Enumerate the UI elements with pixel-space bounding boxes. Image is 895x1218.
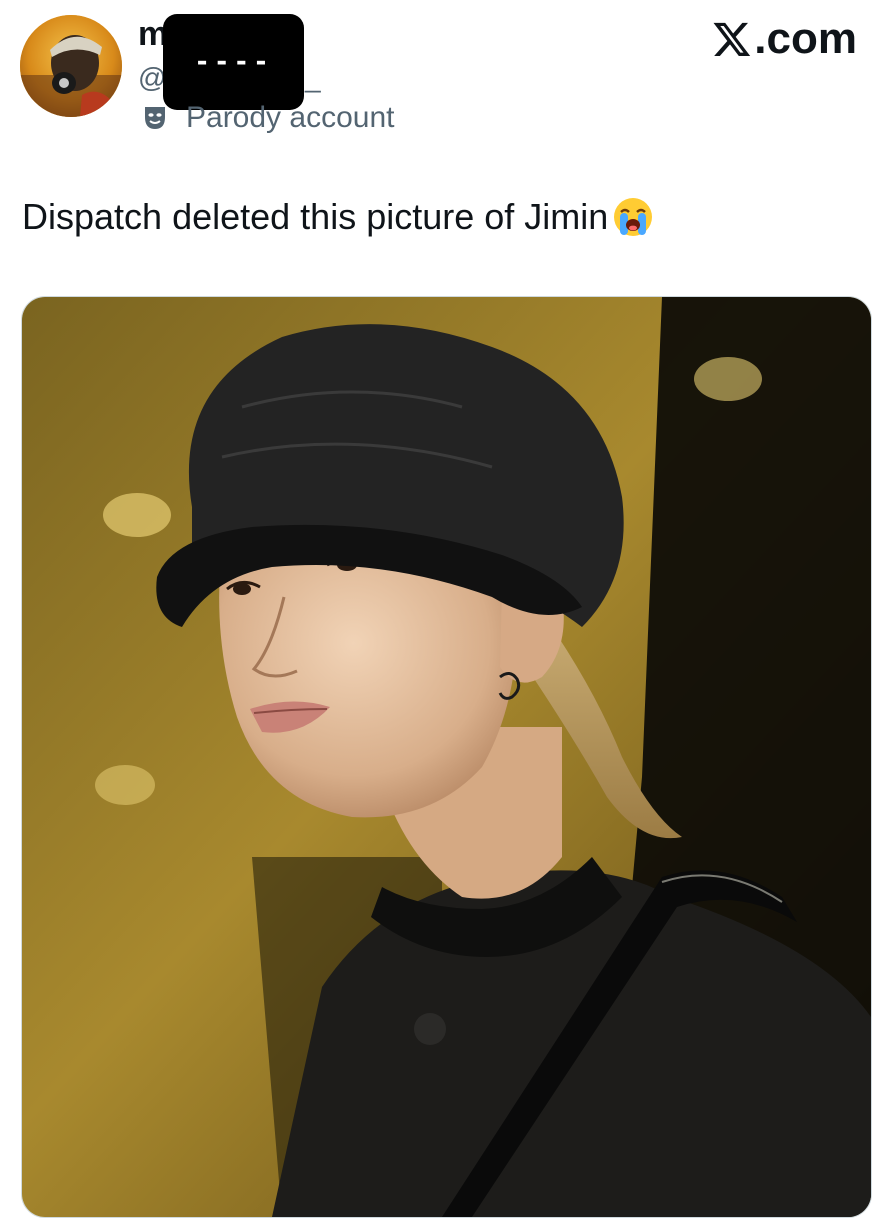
parody-badge: Parody account (142, 100, 394, 136)
redaction-box: ---- (163, 14, 304, 110)
tweet-text: Dispatch deleted this picture of Jimin (22, 195, 654, 239)
tweet-photo[interactable] (21, 296, 872, 1218)
x-com-watermark: .com (712, 14, 857, 64)
site-label: .com (754, 14, 857, 63)
theater-masks-icon (142, 105, 168, 131)
redaction-text: ---- (194, 47, 273, 77)
loudly-crying-face-icon (614, 198, 653, 236)
photo-person-in-black-cap (22, 297, 871, 1217)
handle-suffix[interactable]: _ (305, 62, 321, 94)
avatar[interactable] (20, 15, 122, 117)
x-logo-icon (713, 22, 751, 56)
tweet-header: m @ _ ---- Parody account .com (0, 0, 895, 160)
tweet-body: Dispatch deleted this picture of Jimin (22, 196, 609, 237)
parody-label: Parody account (186, 101, 395, 134)
